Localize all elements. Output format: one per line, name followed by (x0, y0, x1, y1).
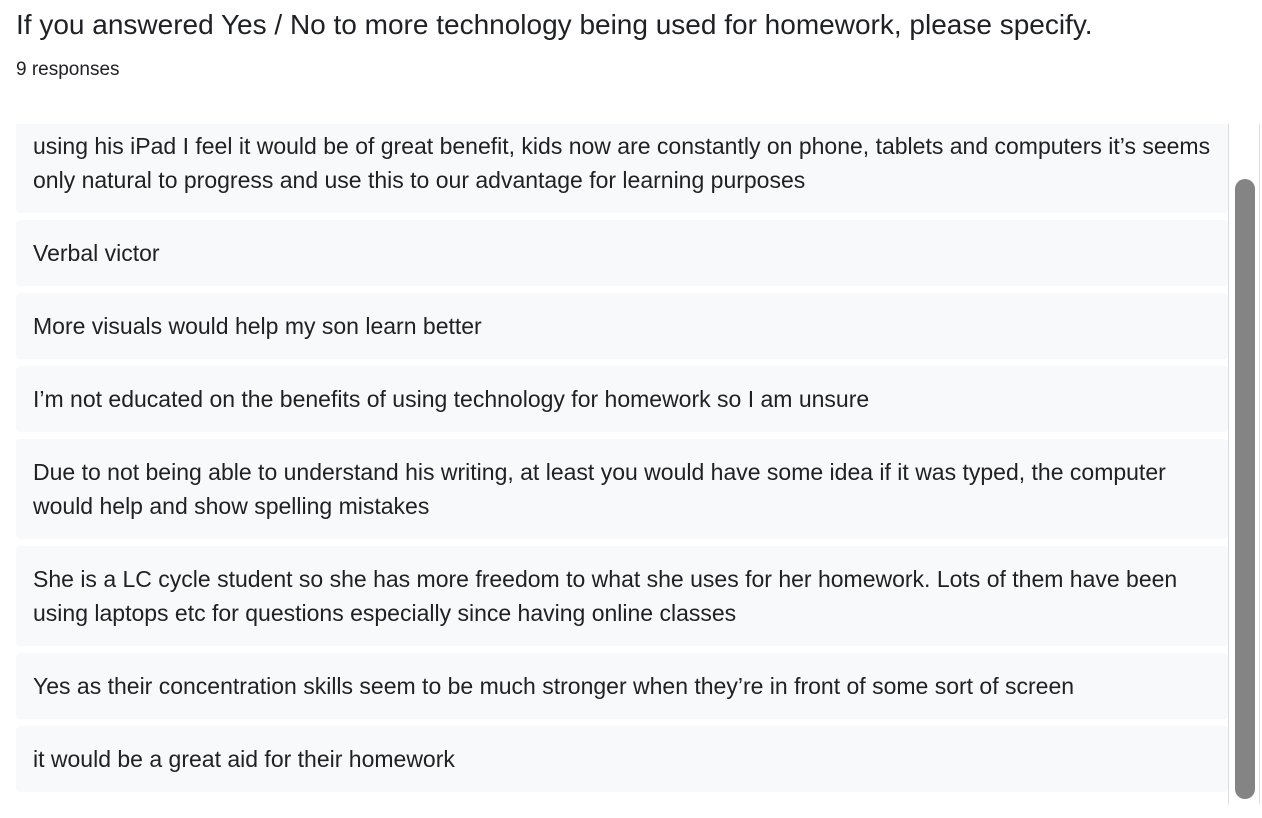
response-item: Due to not being able to understand his … (16, 439, 1228, 539)
response-count: 9 responses (16, 59, 120, 80)
response-item: Verbal victor (16, 220, 1228, 286)
responses-list: using his iPad I feel it would be of gre… (16, 124, 1228, 799)
response-item: it would be a great aid for their homewo… (16, 726, 1228, 792)
response-item: I’m not educated on the benefits of usin… (16, 366, 1228, 432)
response-item: Yes as their concentration skills seem t… (16, 653, 1228, 719)
response-item: using his iPad I feel it would be of gre… (16, 124, 1228, 213)
response-item: More visuals would help my son learn bet… (16, 293, 1228, 359)
scrollbar-thumb[interactable] (1235, 179, 1255, 799)
question-title: If you answered Yes / No to more technol… (16, 9, 1093, 40)
responses-list-viewport[interactable]: using his iPad I feel it would be of gre… (16, 124, 1260, 804)
scrollbar-track[interactable] (1228, 124, 1260, 804)
response-item: She is a LC cycle student so she has mor… (16, 546, 1228, 646)
